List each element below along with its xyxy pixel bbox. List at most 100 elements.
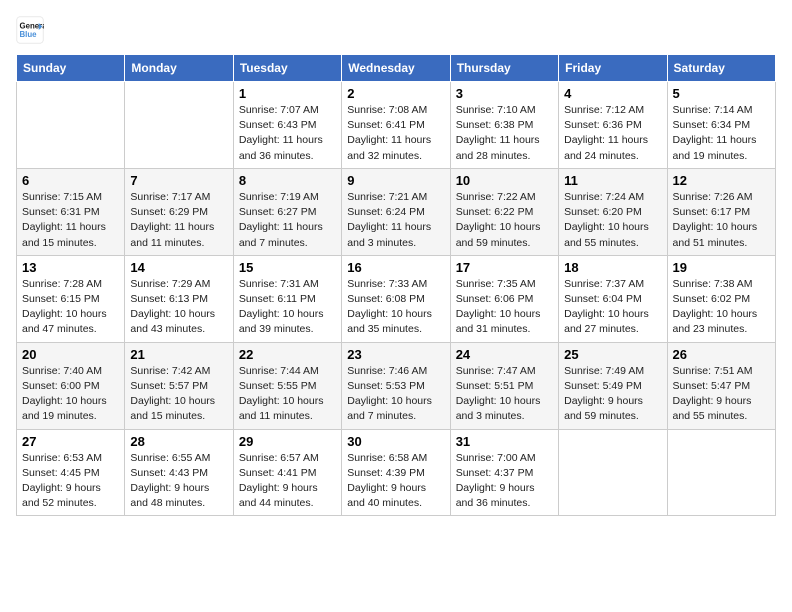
day-number: 23 bbox=[347, 347, 444, 362]
calendar-cell: 5 Sunrise: 7:14 AM Sunset: 6:34 PM Daylig… bbox=[667, 82, 775, 169]
weekday-header: Friday bbox=[559, 55, 667, 82]
day-info: Sunrise: 7:38 AM Sunset: 6:02 PM Dayligh… bbox=[673, 277, 770, 338]
calendar-cell: 16 Sunrise: 7:33 AM Sunset: 6:08 PM Dayli… bbox=[342, 255, 450, 342]
day-number: 6 bbox=[22, 173, 119, 188]
calendar-cell: 18 Sunrise: 7:37 AM Sunset: 6:04 PM Dayli… bbox=[559, 255, 667, 342]
calendar-cell: 22 Sunrise: 7:44 AM Sunset: 5:55 PM Dayli… bbox=[233, 342, 341, 429]
calendar-cell: 2Sunrise: 7:08 AM Sunset: 6:41 PM Daylig… bbox=[342, 82, 450, 169]
calendar-cell: 3Sunrise: 7:10 AM Sunset: 6:38 PM Daylig… bbox=[450, 82, 558, 169]
calendar-cell: 10 Sunrise: 7:22 AM Sunset: 6:22 PM Dayli… bbox=[450, 168, 558, 255]
calendar-cell: 4Sunrise: 7:12 AM Sunset: 6:36 PM Daylig… bbox=[559, 82, 667, 169]
day-number: 17 bbox=[456, 260, 553, 275]
day-info: Sunrise: 7:15 AM Sunset: 6:31 PM Dayligh… bbox=[22, 190, 119, 251]
day-info: Sunrise: 7:29 AM Sunset: 6:13 PM Dayligh… bbox=[130, 277, 227, 338]
day-info: Sunrise: 7:19 AM Sunset: 6:27 PM Dayligh… bbox=[239, 190, 336, 251]
day-info: Sunrise: 7:44 AM Sunset: 5:55 PM Dayligh… bbox=[239, 364, 336, 425]
calendar-cell: 29Sunrise: 6:57 AM Sunset: 4:41 PM Dayli… bbox=[233, 429, 341, 516]
day-number: 26 bbox=[673, 347, 770, 362]
calendar-cell: 19 Sunrise: 7:38 AM Sunset: 6:02 PM Dayli… bbox=[667, 255, 775, 342]
day-number: 7 bbox=[130, 173, 227, 188]
calendar-cell bbox=[17, 82, 125, 169]
day-info: Sunrise: 7:24 AM Sunset: 6:20 PM Dayligh… bbox=[564, 190, 661, 251]
day-info: Sunrise: 7:31 AM Sunset: 6:11 PM Dayligh… bbox=[239, 277, 336, 338]
day-info: Sunrise: 7:28 AM Sunset: 6:15 PM Dayligh… bbox=[22, 277, 119, 338]
day-number: 8 bbox=[239, 173, 336, 188]
day-number: 10 bbox=[456, 173, 553, 188]
weekday-header: Tuesday bbox=[233, 55, 341, 82]
day-info: Sunrise: 6:58 AM Sunset: 4:39 PM Dayligh… bbox=[347, 451, 444, 512]
day-number: 16 bbox=[347, 260, 444, 275]
calendar-cell: 21 Sunrise: 7:42 AM Sunset: 5:57 PM Dayli… bbox=[125, 342, 233, 429]
calendar-cell: 25 Sunrise: 7:49 AM Sunset: 5:49 PM Dayli… bbox=[559, 342, 667, 429]
day-number: 5 bbox=[673, 86, 770, 101]
calendar-cell: 27 Sunrise: 6:53 AM Sunset: 4:45 PM Dayli… bbox=[17, 429, 125, 516]
calendar-cell: 23 Sunrise: 7:46 AM Sunset: 5:53 PM Dayli… bbox=[342, 342, 450, 429]
day-info: Sunrise: 6:55 AM Sunset: 4:43 PM Dayligh… bbox=[130, 451, 227, 512]
day-info: Sunrise: 7:40 AM Sunset: 6:00 PM Dayligh… bbox=[22, 364, 119, 425]
day-number: 31 bbox=[456, 434, 553, 449]
day-info: Sunrise: 7:37 AM Sunset: 6:04 PM Dayligh… bbox=[564, 277, 661, 338]
calendar-cell bbox=[667, 429, 775, 516]
calendar-cell: 1 Sunrise: 7:07 AM Sunset: 6:43 PM Daylig… bbox=[233, 82, 341, 169]
calendar-cell: 14 Sunrise: 7:29 AM Sunset: 6:13 PM Dayli… bbox=[125, 255, 233, 342]
calendar-cell: 28 Sunrise: 6:55 AM Sunset: 4:43 PM Dayli… bbox=[125, 429, 233, 516]
day-number: 24 bbox=[456, 347, 553, 362]
calendar-week-row: 1 Sunrise: 7:07 AM Sunset: 6:43 PM Daylig… bbox=[17, 82, 776, 169]
day-number: 27 bbox=[22, 434, 119, 449]
day-info: Sunrise: 7:12 AM Sunset: 6:36 PM Dayligh… bbox=[564, 103, 661, 164]
weekday-header: Saturday bbox=[667, 55, 775, 82]
calendar-week-row: 27 Sunrise: 6:53 AM Sunset: 4:45 PM Dayli… bbox=[17, 429, 776, 516]
day-info: Sunrise: 7:17 AM Sunset: 6:29 PM Dayligh… bbox=[130, 190, 227, 251]
calendar-cell: 9 Sunrise: 7:21 AM Sunset: 6:24 PM Daylig… bbox=[342, 168, 450, 255]
day-info: Sunrise: 7:08 AM Sunset: 6:41 PM Dayligh… bbox=[347, 103, 444, 164]
calendar-cell bbox=[559, 429, 667, 516]
calendar-week-row: 6 Sunrise: 7:15 AM Sunset: 6:31 PM Daylig… bbox=[17, 168, 776, 255]
weekday-header: Wednesday bbox=[342, 55, 450, 82]
day-info: Sunrise: 7:46 AM Sunset: 5:53 PM Dayligh… bbox=[347, 364, 444, 425]
day-info: Sunrise: 7:42 AM Sunset: 5:57 PM Dayligh… bbox=[130, 364, 227, 425]
day-info: Sunrise: 7:10 AM Sunset: 6:38 PM Dayligh… bbox=[456, 103, 553, 164]
svg-text:Blue: Blue bbox=[20, 30, 38, 39]
day-number: 12 bbox=[673, 173, 770, 188]
weekday-header: Monday bbox=[125, 55, 233, 82]
calendar-week-row: 20Sunrise: 7:40 AM Sunset: 6:00 PM Dayli… bbox=[17, 342, 776, 429]
page-header: General Blue bbox=[16, 16, 776, 44]
day-number: 18 bbox=[564, 260, 661, 275]
day-info: Sunrise: 7:47 AM Sunset: 5:51 PM Dayligh… bbox=[456, 364, 553, 425]
calendar-cell: 11 Sunrise: 7:24 AM Sunset: 6:20 PM Dayli… bbox=[559, 168, 667, 255]
day-number: 9 bbox=[347, 173, 444, 188]
day-info: Sunrise: 7:22 AM Sunset: 6:22 PM Dayligh… bbox=[456, 190, 553, 251]
calendar-table: SundayMondayTuesdayWednesdayThursdayFrid… bbox=[16, 54, 776, 516]
day-info: Sunrise: 7:49 AM Sunset: 5:49 PM Dayligh… bbox=[564, 364, 661, 425]
calendar-cell: 24 Sunrise: 7:47 AM Sunset: 5:51 PM Dayli… bbox=[450, 342, 558, 429]
day-number: 21 bbox=[130, 347, 227, 362]
day-number: 1 bbox=[239, 86, 336, 101]
day-number: 14 bbox=[130, 260, 227, 275]
calendar-cell: 30 Sunrise: 6:58 AM Sunset: 4:39 PM Dayli… bbox=[342, 429, 450, 516]
calendar-cell: 15Sunrise: 7:31 AM Sunset: 6:11 PM Dayli… bbox=[233, 255, 341, 342]
day-info: Sunrise: 7:14 AM Sunset: 6:34 PM Dayligh… bbox=[673, 103, 770, 164]
day-number: 19 bbox=[673, 260, 770, 275]
day-number: 25 bbox=[564, 347, 661, 362]
day-number: 22 bbox=[239, 347, 336, 362]
day-info: Sunrise: 7:51 AM Sunset: 5:47 PM Dayligh… bbox=[673, 364, 770, 425]
calendar-week-row: 13 Sunrise: 7:28 AM Sunset: 6:15 PM Dayli… bbox=[17, 255, 776, 342]
day-info: Sunrise: 6:53 AM Sunset: 4:45 PM Dayligh… bbox=[22, 451, 119, 512]
calendar-cell: 7 Sunrise: 7:17 AM Sunset: 6:29 PM Daylig… bbox=[125, 168, 233, 255]
day-number: 30 bbox=[347, 434, 444, 449]
calendar-cell: 8 Sunrise: 7:19 AM Sunset: 6:27 PM Daylig… bbox=[233, 168, 341, 255]
day-info: Sunrise: 7:00 AM Sunset: 4:37 PM Dayligh… bbox=[456, 451, 553, 512]
day-info: Sunrise: 7:33 AM Sunset: 6:08 PM Dayligh… bbox=[347, 277, 444, 338]
day-info: Sunrise: 7:35 AM Sunset: 6:06 PM Dayligh… bbox=[456, 277, 553, 338]
calendar-cell: 31 Sunrise: 7:00 AM Sunset: 4:37 PM Dayli… bbox=[450, 429, 558, 516]
calendar-cell: 12Sunrise: 7:26 AM Sunset: 6:17 PM Dayli… bbox=[667, 168, 775, 255]
day-number: 28 bbox=[130, 434, 227, 449]
calendar-header: SundayMondayTuesdayWednesdayThursdayFrid… bbox=[17, 55, 776, 82]
day-info: Sunrise: 7:07 AM Sunset: 6:43 PM Dayligh… bbox=[239, 103, 336, 164]
day-number: 29 bbox=[239, 434, 336, 449]
logo-icon: General Blue bbox=[16, 16, 44, 44]
calendar-cell: 20Sunrise: 7:40 AM Sunset: 6:00 PM Dayli… bbox=[17, 342, 125, 429]
day-number: 13 bbox=[22, 260, 119, 275]
day-number: 11 bbox=[564, 173, 661, 188]
day-info: Sunrise: 7:21 AM Sunset: 6:24 PM Dayligh… bbox=[347, 190, 444, 251]
